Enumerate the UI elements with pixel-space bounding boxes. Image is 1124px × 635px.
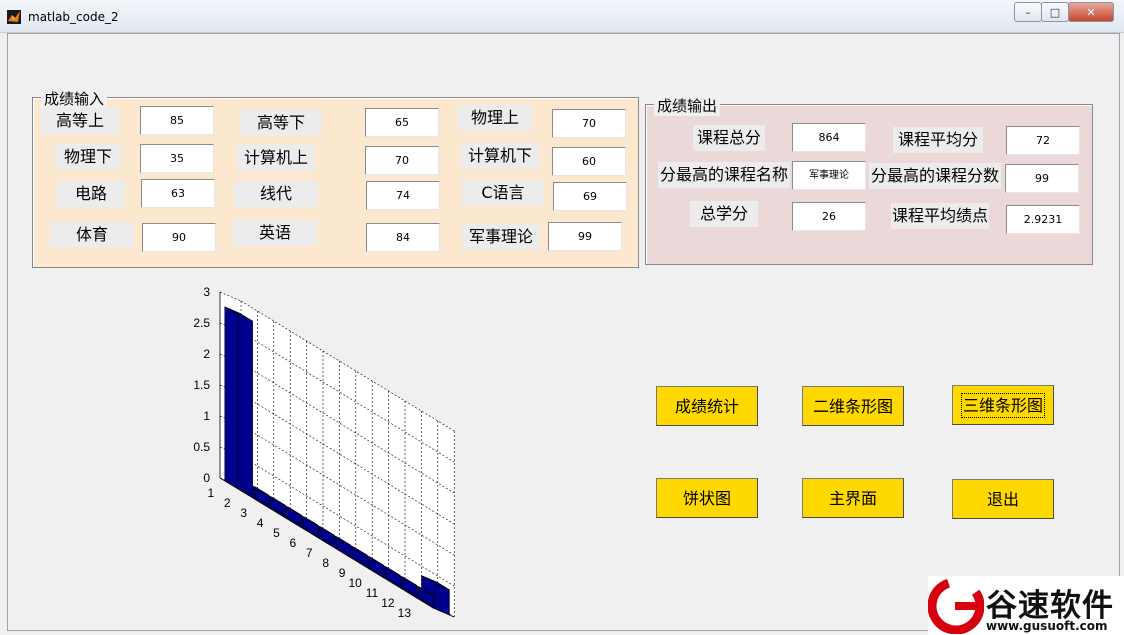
- y-tick-label: 2.5: [193, 316, 210, 330]
- window-title: matlab_code_2: [28, 10, 119, 24]
- x-tick-label: 6: [290, 536, 297, 550]
- output-top-course-score: 99: [1005, 164, 1079, 193]
- x-tick-label: 4: [257, 516, 264, 530]
- y-tick-label: 1.5: [193, 378, 210, 392]
- x-tick-label: 1: [208, 486, 215, 500]
- label-math-2: 高等下: [240, 110, 322, 136]
- stats-button[interactable]: 成绩统计: [656, 386, 758, 426]
- label-total-credits: 总学分: [690, 201, 758, 227]
- x-tick-label: 10: [348, 576, 362, 590]
- minimize-button[interactable]: –: [1014, 2, 1042, 22]
- label-military: 军事理论: [462, 224, 540, 250]
- bar-chart-3d: 00.511.522.5312345678910111213: [193, 285, 455, 620]
- bar-3d-button[interactable]: 三维条形图: [952, 385, 1054, 425]
- input-panel-title: 成绩输入: [41, 88, 108, 109]
- output-total-score: 864: [792, 123, 866, 152]
- matlab-icon: [7, 10, 21, 24]
- watermark: 谷速软件 www.gusuoft.com: [928, 576, 1124, 635]
- input-computer-2[interactable]: 60: [552, 147, 626, 176]
- input-english[interactable]: 84: [366, 223, 440, 252]
- x-tick-label: 8: [322, 556, 329, 570]
- input-circuit[interactable]: 63: [141, 179, 215, 208]
- label-computer-2: 计算机下: [461, 143, 539, 169]
- input-linear-algebra[interactable]: 74: [366, 181, 440, 210]
- window-controls: – □ ✕: [1014, 2, 1114, 22]
- output-average-gpa: 2.9231: [1006, 205, 1080, 234]
- label-average-score: 课程平均分: [893, 127, 983, 153]
- y-tick-label: 0: [203, 471, 210, 485]
- input-math-1[interactable]: 85: [140, 106, 214, 135]
- bar-side: [237, 314, 253, 496]
- label-circuit: 电路: [57, 181, 125, 207]
- main-menu-button-label: 主界面: [828, 489, 877, 508]
- label-linear-algebra: 线代: [234, 181, 318, 207]
- pie-button[interactable]: 饼状图: [656, 478, 758, 518]
- label-english: 英语: [233, 220, 317, 246]
- stats-button-label: 成绩统计: [674, 397, 739, 416]
- exit-button[interactable]: 退出: [952, 479, 1054, 519]
- y-tick-label: 1: [203, 409, 210, 423]
- input-c-language[interactable]: 69: [553, 182, 627, 211]
- label-c-language: C语言: [462, 180, 544, 206]
- bar-2d-button[interactable]: 二维条形图: [802, 386, 904, 426]
- input-pe[interactable]: 90: [142, 223, 216, 252]
- y-tick-label: 2: [203, 347, 210, 361]
- exit-button-label: 退出: [986, 490, 1019, 509]
- label-top-course-score: 分最高的课程分数: [869, 163, 1001, 189]
- input-physics-1[interactable]: 70: [552, 109, 626, 138]
- label-total-score: 课程总分: [693, 125, 765, 151]
- input-computer-1[interactable]: 70: [365, 146, 439, 175]
- input-physics-2[interactable]: 35: [140, 144, 214, 173]
- label-average-gpa: 课程平均绩点: [891, 203, 989, 229]
- title-bar: matlab_code_2 – □ ✕: [0, 0, 1124, 33]
- bar-front: [224, 306, 239, 489]
- close-button[interactable]: ✕: [1068, 2, 1114, 22]
- main-menu-button[interactable]: 主界面: [802, 478, 904, 518]
- x-tick-label: 2: [224, 496, 231, 510]
- x-tick-label: 12: [381, 596, 395, 610]
- input-military[interactable]: 99: [548, 222, 622, 251]
- y-tick-label: 0.5: [193, 440, 210, 454]
- bar-2d-button-label: 二维条形图: [812, 397, 893, 416]
- label-math-1: 高等上: [40, 108, 120, 134]
- maximize-icon: □: [1049, 5, 1061, 19]
- y-tick-label: 3: [203, 285, 210, 299]
- input-math-2[interactable]: 65: [365, 108, 439, 137]
- gusu-logo-icon: [928, 578, 984, 634]
- output-top-course-name: 军事理论: [792, 161, 866, 190]
- x-tick-label: 11: [366, 586, 379, 600]
- bar-3d-button-label: 三维条形图: [960, 393, 1046, 418]
- close-icon: ✕: [1086, 5, 1096, 19]
- maximize-button[interactable]: □: [1041, 2, 1069, 22]
- label-pe: 体育: [50, 222, 134, 248]
- label-computer-1: 计算机上: [237, 145, 315, 171]
- x-tick-label: 9: [339, 566, 346, 580]
- output-total-credits: 26: [792, 202, 866, 231]
- x-tick-label: 5: [273, 526, 280, 540]
- x-tick-label: 3: [240, 506, 247, 520]
- pie-button-label: 饼状图: [682, 489, 731, 508]
- label-physics-1: 物理上: [458, 105, 532, 131]
- output-panel-title: 成绩输出: [654, 95, 721, 116]
- x-tick-label: 13: [398, 606, 412, 620]
- output-average-score: 72: [1006, 126, 1080, 155]
- label-top-course-name: 分最高的课程名称: [658, 162, 790, 188]
- label-physics-2: 物理下: [55, 144, 121, 170]
- x-tick-label: 7: [306, 546, 313, 560]
- watermark-url: www.gusuoft.com: [986, 619, 1108, 633]
- minimize-icon: –: [1025, 5, 1031, 19]
